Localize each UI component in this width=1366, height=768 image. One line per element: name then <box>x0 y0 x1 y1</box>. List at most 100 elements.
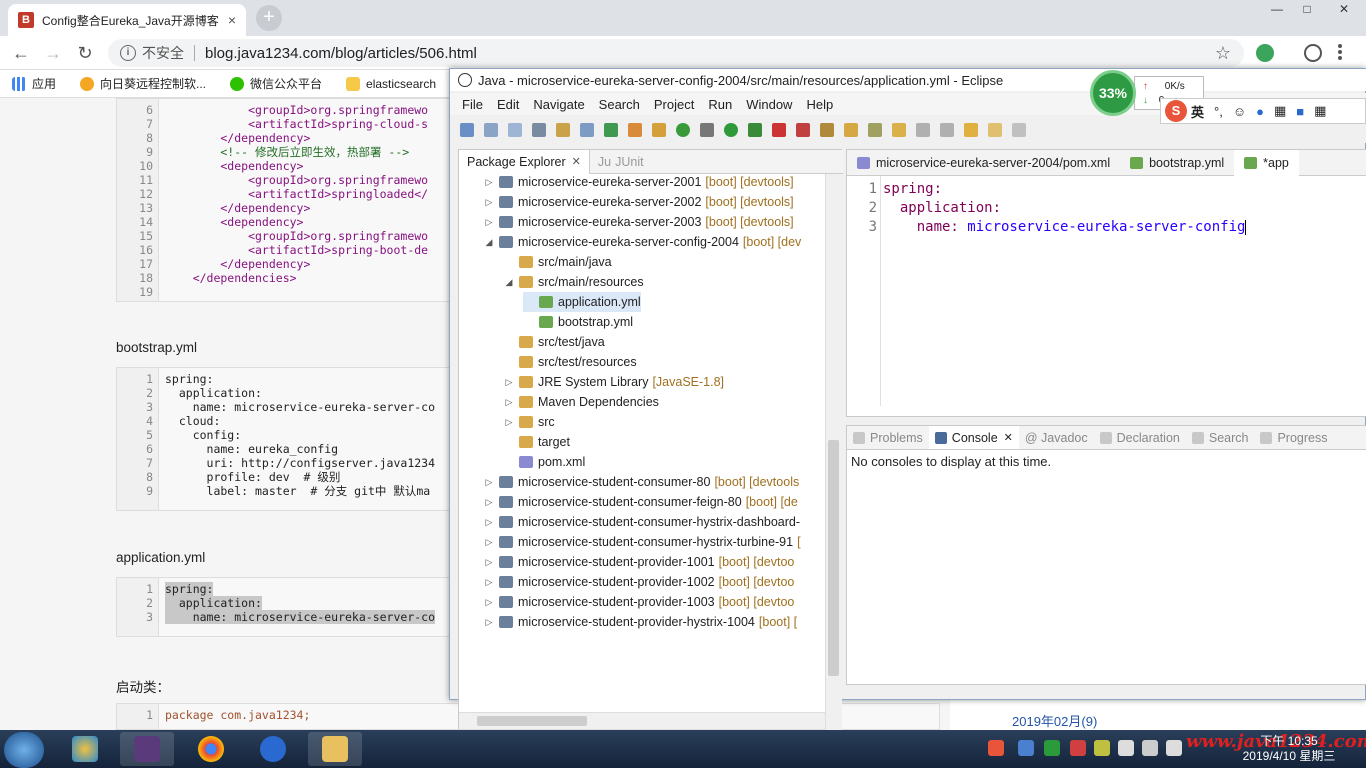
tree-item[interactable]: ▷ microservice-student-consumer-hystrix-t… <box>483 532 801 552</box>
new-icon[interactable] <box>460 123 474 137</box>
mark-icon[interactable] <box>580 123 594 137</box>
tree-item[interactable]: ▷ microservice-eureka-server-2002 [boot] [… <box>483 192 794 212</box>
profile-icon[interactable] <box>1304 44 1322 62</box>
taskbar-eclipse[interactable] <box>120 732 174 766</box>
menu-run[interactable]: Run <box>708 97 732 112</box>
sogou-tray-icon[interactable] <box>988 740 1004 756</box>
keyboard-icon[interactable]: ▦ <box>1274 103 1286 119</box>
tree-item[interactable]: ▷ microservice-student-provider-hystrix-1… <box>483 612 798 632</box>
tree-item[interactable]: src/main/java <box>503 252 612 272</box>
tree-item[interactable]: ▷ microservice-student-provider-1001 [boot… <box>483 552 795 572</box>
menu-window[interactable]: Window <box>746 97 792 112</box>
open-type-icon[interactable] <box>820 123 834 137</box>
extension-icon[interactable] <box>1256 44 1274 62</box>
close-icon[interactable]: ✕ <box>1004 431 1013 444</box>
menu-edit[interactable]: Edit <box>497 97 519 112</box>
tab-pom-xml[interactable]: microservice-eureka-server-2004/pom.xml <box>847 150 1120 176</box>
scrollbar-thumb[interactable] <box>477 716 587 726</box>
tree-item[interactable]: ▷ src <box>503 412 555 432</box>
address-bar[interactable]: i 不安全 blog.java1234.com/blog/articles/50… <box>108 39 1244 67</box>
menu-search[interactable]: Search <box>599 97 640 112</box>
tree-item[interactable]: pom.xml <box>503 452 585 472</box>
emoji-icon[interactable]: ☺ <box>1233 104 1246 119</box>
sync-icon[interactable] <box>676 123 690 137</box>
bookmark-apps[interactable]: 应用 <box>12 75 56 92</box>
tree-item[interactable]: ▷ microservice-eureka-server-2003 [boot] [… <box>483 212 794 232</box>
external-tools-icon[interactable] <box>796 123 810 137</box>
tree-item[interactable]: ▷ microservice-student-consumer-hystrix-d… <box>483 512 801 532</box>
tree-item[interactable]: src/test/java <box>503 332 605 352</box>
expand-arrow-icon[interactable]: ◢ <box>503 272 515 292</box>
tree-item[interactable]: ▷ microservice-eureka-server-2001 [boot] [… <box>483 174 794 192</box>
bookmark-sunlogin[interactable]: 向日葵远程控制软... <box>80 75 206 92</box>
close-window-button[interactable]: ✕ <box>1326 0 1362 18</box>
tab-declaration[interactable]: Declaration <box>1094 426 1186 449</box>
expand-arrow-icon[interactable]: ▷ <box>503 412 515 432</box>
tree-item[interactable]: src/test/resources <box>503 352 637 372</box>
new-tab-button[interactable]: + <box>256 5 282 31</box>
forward-icon[interactable] <box>1012 123 1026 137</box>
run-icon[interactable] <box>724 123 738 137</box>
tab-javadoc[interactable]: @ Javadoc <box>1019 426 1094 449</box>
save-icon[interactable] <box>484 123 498 137</box>
cpu-meter[interactable]: 33% <box>1090 70 1136 116</box>
ime-language[interactable]: 英 <box>1191 102 1204 121</box>
expand-arrow-icon[interactable]: ▷ <box>483 472 495 492</box>
minimize-button[interactable]: — <box>1262 0 1292 18</box>
package-icon[interactable] <box>628 123 642 137</box>
tree-item[interactable]: target <box>503 432 570 452</box>
expand-arrow-icon[interactable]: ▷ <box>483 492 495 512</box>
expand-arrow-icon[interactable]: ▷ <box>483 572 495 592</box>
tab-progress[interactable]: Progress <box>1254 426 1333 449</box>
menu-help[interactable]: Help <box>806 97 833 112</box>
tree-item[interactable]: ◢ src/main/resources <box>503 272 644 292</box>
expand-arrow-icon[interactable]: ▷ <box>483 212 495 232</box>
tab-bootstrap-yml[interactable]: bootstrap.yml <box>1120 150 1234 176</box>
last-edit-icon[interactable] <box>964 123 978 137</box>
bookmark-elasticsearch[interactable]: elasticsearch <box>346 76 436 91</box>
terminal-icon[interactable] <box>532 123 546 137</box>
open-folder-icon[interactable] <box>844 123 858 137</box>
tab-application-yml[interactable]: *app <box>1234 149 1299 176</box>
toolbox-icon[interactable]: ▦ <box>1314 103 1326 119</box>
next-annotation-icon[interactable] <box>916 123 930 137</box>
network-icon[interactable] <box>1118 740 1134 756</box>
tray-icon[interactable] <box>1142 740 1158 756</box>
tree-item[interactable]: ◢ microservice-eureka-server-config-2004[… <box>483 232 802 252</box>
code-editor[interactable]: 1 spring: 2 application: 3 name: microservi… <box>847 176 1366 418</box>
taskbar-explorer[interactable] <box>308 732 362 766</box>
expand-arrow-icon[interactable]: ▷ <box>503 392 515 412</box>
tree-item[interactable]: ▷ microservice-student-consumer-feign-80[… <box>483 492 798 512</box>
expand-arrow-icon[interactable]: ▷ <box>483 532 495 552</box>
tree-item[interactable]: ▷ microservice-student-consumer-80 [boot] … <box>483 472 800 492</box>
expand-arrow-icon[interactable]: ◢ <box>483 232 495 252</box>
tab-close-icon[interactable]: × <box>228 12 236 28</box>
tab-junit[interactable]: Ju JUnit <box>590 150 652 174</box>
expand-arrow-icon[interactable]: ▷ <box>503 372 515 392</box>
tab-package-explorer[interactable]: Package Explorer ✕ <box>459 149 590 174</box>
menu-project[interactable]: Project <box>654 97 694 112</box>
box-icon[interactable] <box>652 123 666 137</box>
ime-toolbar[interactable]: S 英 °, ☺ ● ▦ ■ ▦ <box>1160 98 1366 124</box>
tree-item[interactable]: bootstrap.yml <box>523 312 633 332</box>
back-button[interactable]: ← <box>10 42 32 64</box>
save-all-icon[interactable] <box>508 123 522 137</box>
volume-icon[interactable] <box>1166 740 1182 756</box>
info-icon[interactable]: i <box>120 45 136 61</box>
punctuation-icon[interactable]: °, <box>1214 104 1223 119</box>
maximize-button[interactable]: □ <box>1292 0 1322 18</box>
microphone-icon[interactable]: ● <box>1256 104 1264 119</box>
tree-item[interactable]: ▷ microservice-student-provider-1002 [boot… <box>483 572 795 592</box>
system-clock[interactable]: 下午 10:35 2019/4/10 星期三 <box>1234 734 1344 766</box>
tab-search[interactable]: Search <box>1186 426 1255 449</box>
start-button[interactable] <box>4 732 44 768</box>
taskbar-chrome[interactable] <box>184 732 238 766</box>
menu-dots-icon[interactable] <box>1338 44 1342 60</box>
close-icon[interactable]: ✕ <box>572 155 581 168</box>
reload-button[interactable]: ↻ <box>74 42 96 64</box>
debug-icon[interactable] <box>748 123 762 137</box>
refresh-icon[interactable] <box>604 123 618 137</box>
scrollbar-thumb[interactable] <box>828 440 839 676</box>
tree-item[interactable]: ▷ microservice-student-provider-1003 [boot… <box>483 592 795 612</box>
bookmark-wechat[interactable]: 微信公众平台 <box>230 75 322 92</box>
